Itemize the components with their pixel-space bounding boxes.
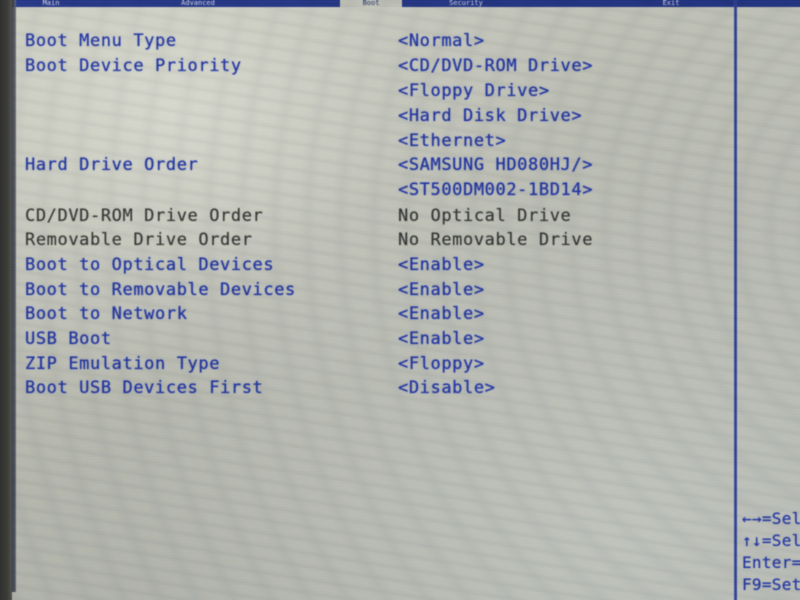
monitor-bezel-left: [0, 0, 12, 600]
photo-scanline-overlay: [0, 0, 800, 600]
bios-setup-screen: Main Advanced Boot Security Exit Boot Me…: [0, 0, 800, 600]
